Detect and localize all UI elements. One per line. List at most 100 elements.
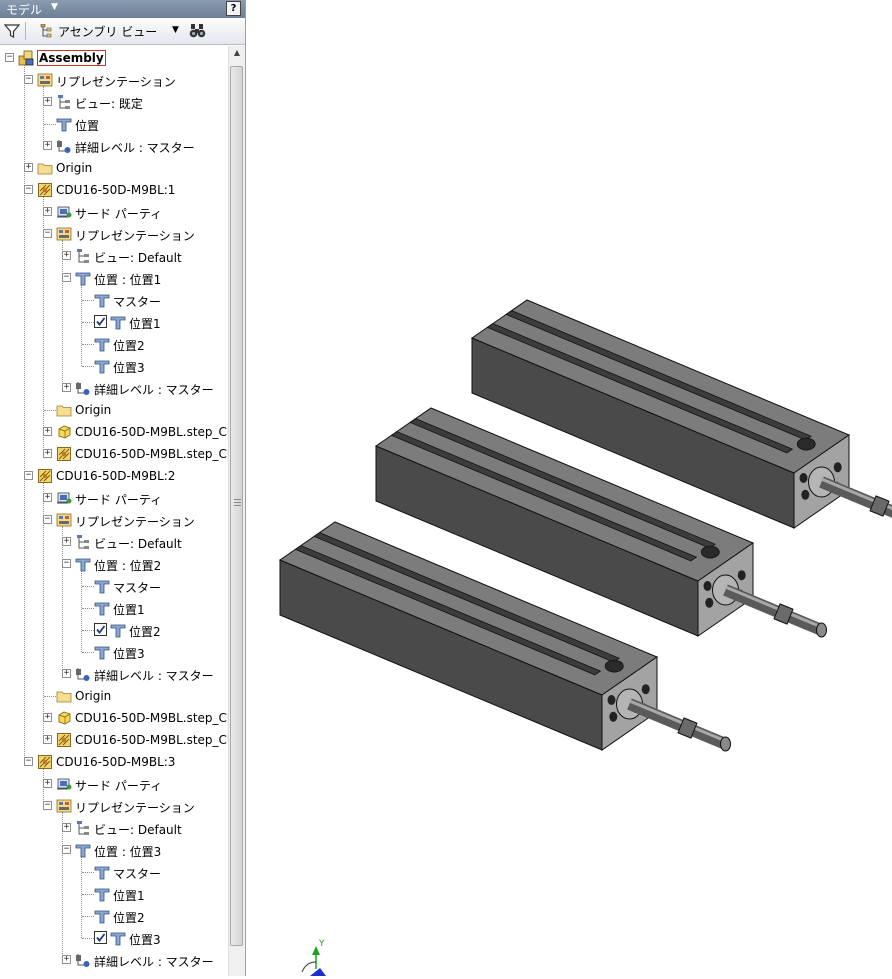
tree-node[interactable]: +ビュー: Default bbox=[0, 532, 228, 552]
filter-icon[interactable] bbox=[4, 23, 20, 39]
tree-node[interactable]: +CDU16-50D-M9BL.step_CU- bbox=[0, 730, 228, 750]
tree-node[interactable]: − リプレゼンテーション bbox=[0, 510, 228, 530]
expand-icon[interactable]: + bbox=[62, 669, 71, 678]
tree-connector bbox=[44, 410, 56, 411]
tree-node[interactable]: +詳細レベル : マスター bbox=[0, 136, 228, 156]
collapse-icon[interactable]: − bbox=[24, 75, 33, 84]
subassembly-icon bbox=[37, 468, 53, 484]
tree-node-label: 位置1 bbox=[113, 887, 145, 904]
view-selector-dropdown-icon[interactable]: ▼ bbox=[172, 25, 179, 35]
tree-node[interactable]: + サード パーティ bbox=[0, 488, 228, 508]
tree-node[interactable]: −リプレゼンテーション bbox=[0, 796, 228, 816]
expand-icon[interactable]: + bbox=[24, 163, 33, 172]
tree-connector bbox=[82, 630, 94, 631]
collapse-icon[interactable]: − bbox=[62, 273, 71, 282]
tree-node[interactable]: +ビュー: Default bbox=[0, 246, 228, 266]
lod-icon bbox=[75, 952, 91, 968]
tree-node[interactable]: +サード パーティ bbox=[0, 774, 228, 794]
expand-icon[interactable]: + bbox=[62, 383, 71, 392]
tree-node[interactable]: 位置 bbox=[0, 114, 228, 134]
tree-node[interactable]: +CDU16-50D-M9BL.step_CU- bbox=[0, 708, 228, 728]
panel-menu-caret-icon[interactable]: ▼ bbox=[51, 2, 58, 12]
expand-icon[interactable]: + bbox=[43, 779, 52, 788]
expand-icon[interactable]: + bbox=[43, 493, 52, 502]
top-port bbox=[605, 660, 623, 672]
tree-node[interactable]: +サード パーティ bbox=[0, 202, 228, 222]
tree-node[interactable]: 位置2 bbox=[0, 620, 228, 640]
view-selector[interactable]: アセンブリ ビュー bbox=[58, 23, 157, 40]
tree-scrollbar[interactable]: ▲ bbox=[228, 46, 245, 976]
tree-node[interactable]: 位置1 bbox=[0, 312, 228, 332]
tree-node[interactable]: 位置3 bbox=[0, 642, 228, 662]
tree-node[interactable]: マスター bbox=[0, 290, 228, 310]
tree-node[interactable]: Origin bbox=[0, 686, 228, 706]
tree-node[interactable]: 位置1 bbox=[0, 598, 228, 618]
collapse-icon[interactable]: − bbox=[43, 515, 52, 524]
tree-node[interactable]: −CDU16-50D-M9BL:2 bbox=[0, 466, 228, 486]
collapse-icon[interactable]: − bbox=[24, 185, 33, 194]
tree-node[interactable]: 位置2 bbox=[0, 334, 228, 354]
tree-node-label: リプレゼンテーション bbox=[75, 513, 195, 530]
check-icon bbox=[95, 932, 106, 943]
expand-icon[interactable]: + bbox=[62, 955, 71, 964]
collapse-icon[interactable]: − bbox=[43, 801, 52, 810]
tree-node-label: 位置2 bbox=[113, 337, 145, 354]
panel-title-bar[interactable]: モデル ▼ ? bbox=[0, 0, 245, 18]
tree-node[interactable]: 位置3 bbox=[0, 356, 228, 376]
expand-icon[interactable]: + bbox=[62, 251, 71, 260]
tree-node[interactable]: −リプレゼンテーション bbox=[0, 224, 228, 244]
active-position-checkbox[interactable] bbox=[94, 315, 107, 328]
representation-icon bbox=[56, 226, 72, 242]
tree-node[interactable]: +ビュー: 既定 bbox=[0, 92, 228, 112]
tree-node[interactable]: − 位置 : 位置1 bbox=[0, 268, 228, 288]
tree-node[interactable]: +Origin bbox=[0, 158, 228, 178]
tree-node[interactable]: +CDU16-50D-M9BL.step_CU- bbox=[0, 422, 228, 442]
mount-hole bbox=[738, 570, 746, 580]
tree-connector bbox=[82, 366, 94, 367]
tree-node[interactable]: 位置2 bbox=[0, 906, 228, 926]
active-position-checkbox[interactable] bbox=[94, 623, 107, 636]
tree-node[interactable]: −リプレゼンテーション bbox=[0, 70, 228, 90]
find-binoculars-icon[interactable] bbox=[189, 23, 207, 39]
tree-node[interactable]: −位置 : 位置3 bbox=[0, 840, 228, 860]
graphics-viewport[interactable]: Y bbox=[246, 0, 892, 976]
tree-node[interactable]: −位置 : 位置2 bbox=[0, 554, 228, 574]
collapse-icon[interactable]: − bbox=[24, 757, 33, 766]
help-button[interactable]: ? bbox=[226, 1, 241, 16]
tree-node-label: サード パーティ bbox=[75, 491, 162, 508]
scrollbar-thumb[interactable] bbox=[230, 66, 243, 946]
collapse-icon[interactable]: − bbox=[24, 471, 33, 480]
scroll-up-arrow-icon[interactable]: ▲ bbox=[230, 48, 244, 60]
tree-node[interactable]: Origin bbox=[0, 400, 228, 420]
collapse-icon[interactable]: − bbox=[62, 559, 71, 568]
expand-icon[interactable]: + bbox=[62, 823, 71, 832]
expand-icon[interactable]: + bbox=[43, 207, 52, 216]
tree-node[interactable]: −Assembly bbox=[0, 48, 228, 68]
tree-node[interactable]: + 詳細レベル : マスター bbox=[0, 664, 228, 684]
expand-icon[interactable]: + bbox=[43, 141, 52, 150]
expand-icon[interactable]: + bbox=[43, 427, 52, 436]
expand-icon[interactable]: + bbox=[43, 97, 52, 106]
representation-icon bbox=[56, 798, 72, 814]
active-position-checkbox[interactable] bbox=[94, 931, 107, 944]
expand-icon[interactable]: + bbox=[62, 537, 71, 546]
expand-icon[interactable]: + bbox=[43, 713, 52, 722]
tree-node-label: 位置 : 位置1 bbox=[94, 271, 161, 288]
collapse-icon[interactable]: − bbox=[43, 229, 52, 238]
tree-node-label: 詳細レベル : マスター bbox=[94, 667, 214, 684]
collapse-icon[interactable]: − bbox=[62, 845, 71, 854]
collapse-icon[interactable]: − bbox=[5, 53, 14, 62]
tree-node[interactable]: +詳細レベル : マスター bbox=[0, 378, 228, 398]
tree-node[interactable]: 位置1 bbox=[0, 884, 228, 904]
toolbar-separator bbox=[25, 22, 26, 40]
tree-node[interactable]: 位置3 bbox=[0, 928, 228, 948]
tree-node[interactable]: マスター bbox=[0, 862, 228, 882]
tree-node[interactable]: +詳細レベル : マスター bbox=[0, 950, 228, 970]
tree-node[interactable]: −CDU16-50D-M9BL:1 bbox=[0, 180, 228, 200]
tree-node[interactable]: マスター bbox=[0, 576, 228, 596]
tree-node[interactable]: −CDU16-50D-M9BL:3 bbox=[0, 752, 228, 772]
tree-node[interactable]: +ビュー: Default bbox=[0, 818, 228, 838]
expand-icon[interactable]: + bbox=[43, 449, 52, 458]
tree-node[interactable]: +CDU16-50D-M9BL.step_CU- bbox=[0, 444, 228, 464]
expand-icon[interactable]: + bbox=[43, 735, 52, 744]
